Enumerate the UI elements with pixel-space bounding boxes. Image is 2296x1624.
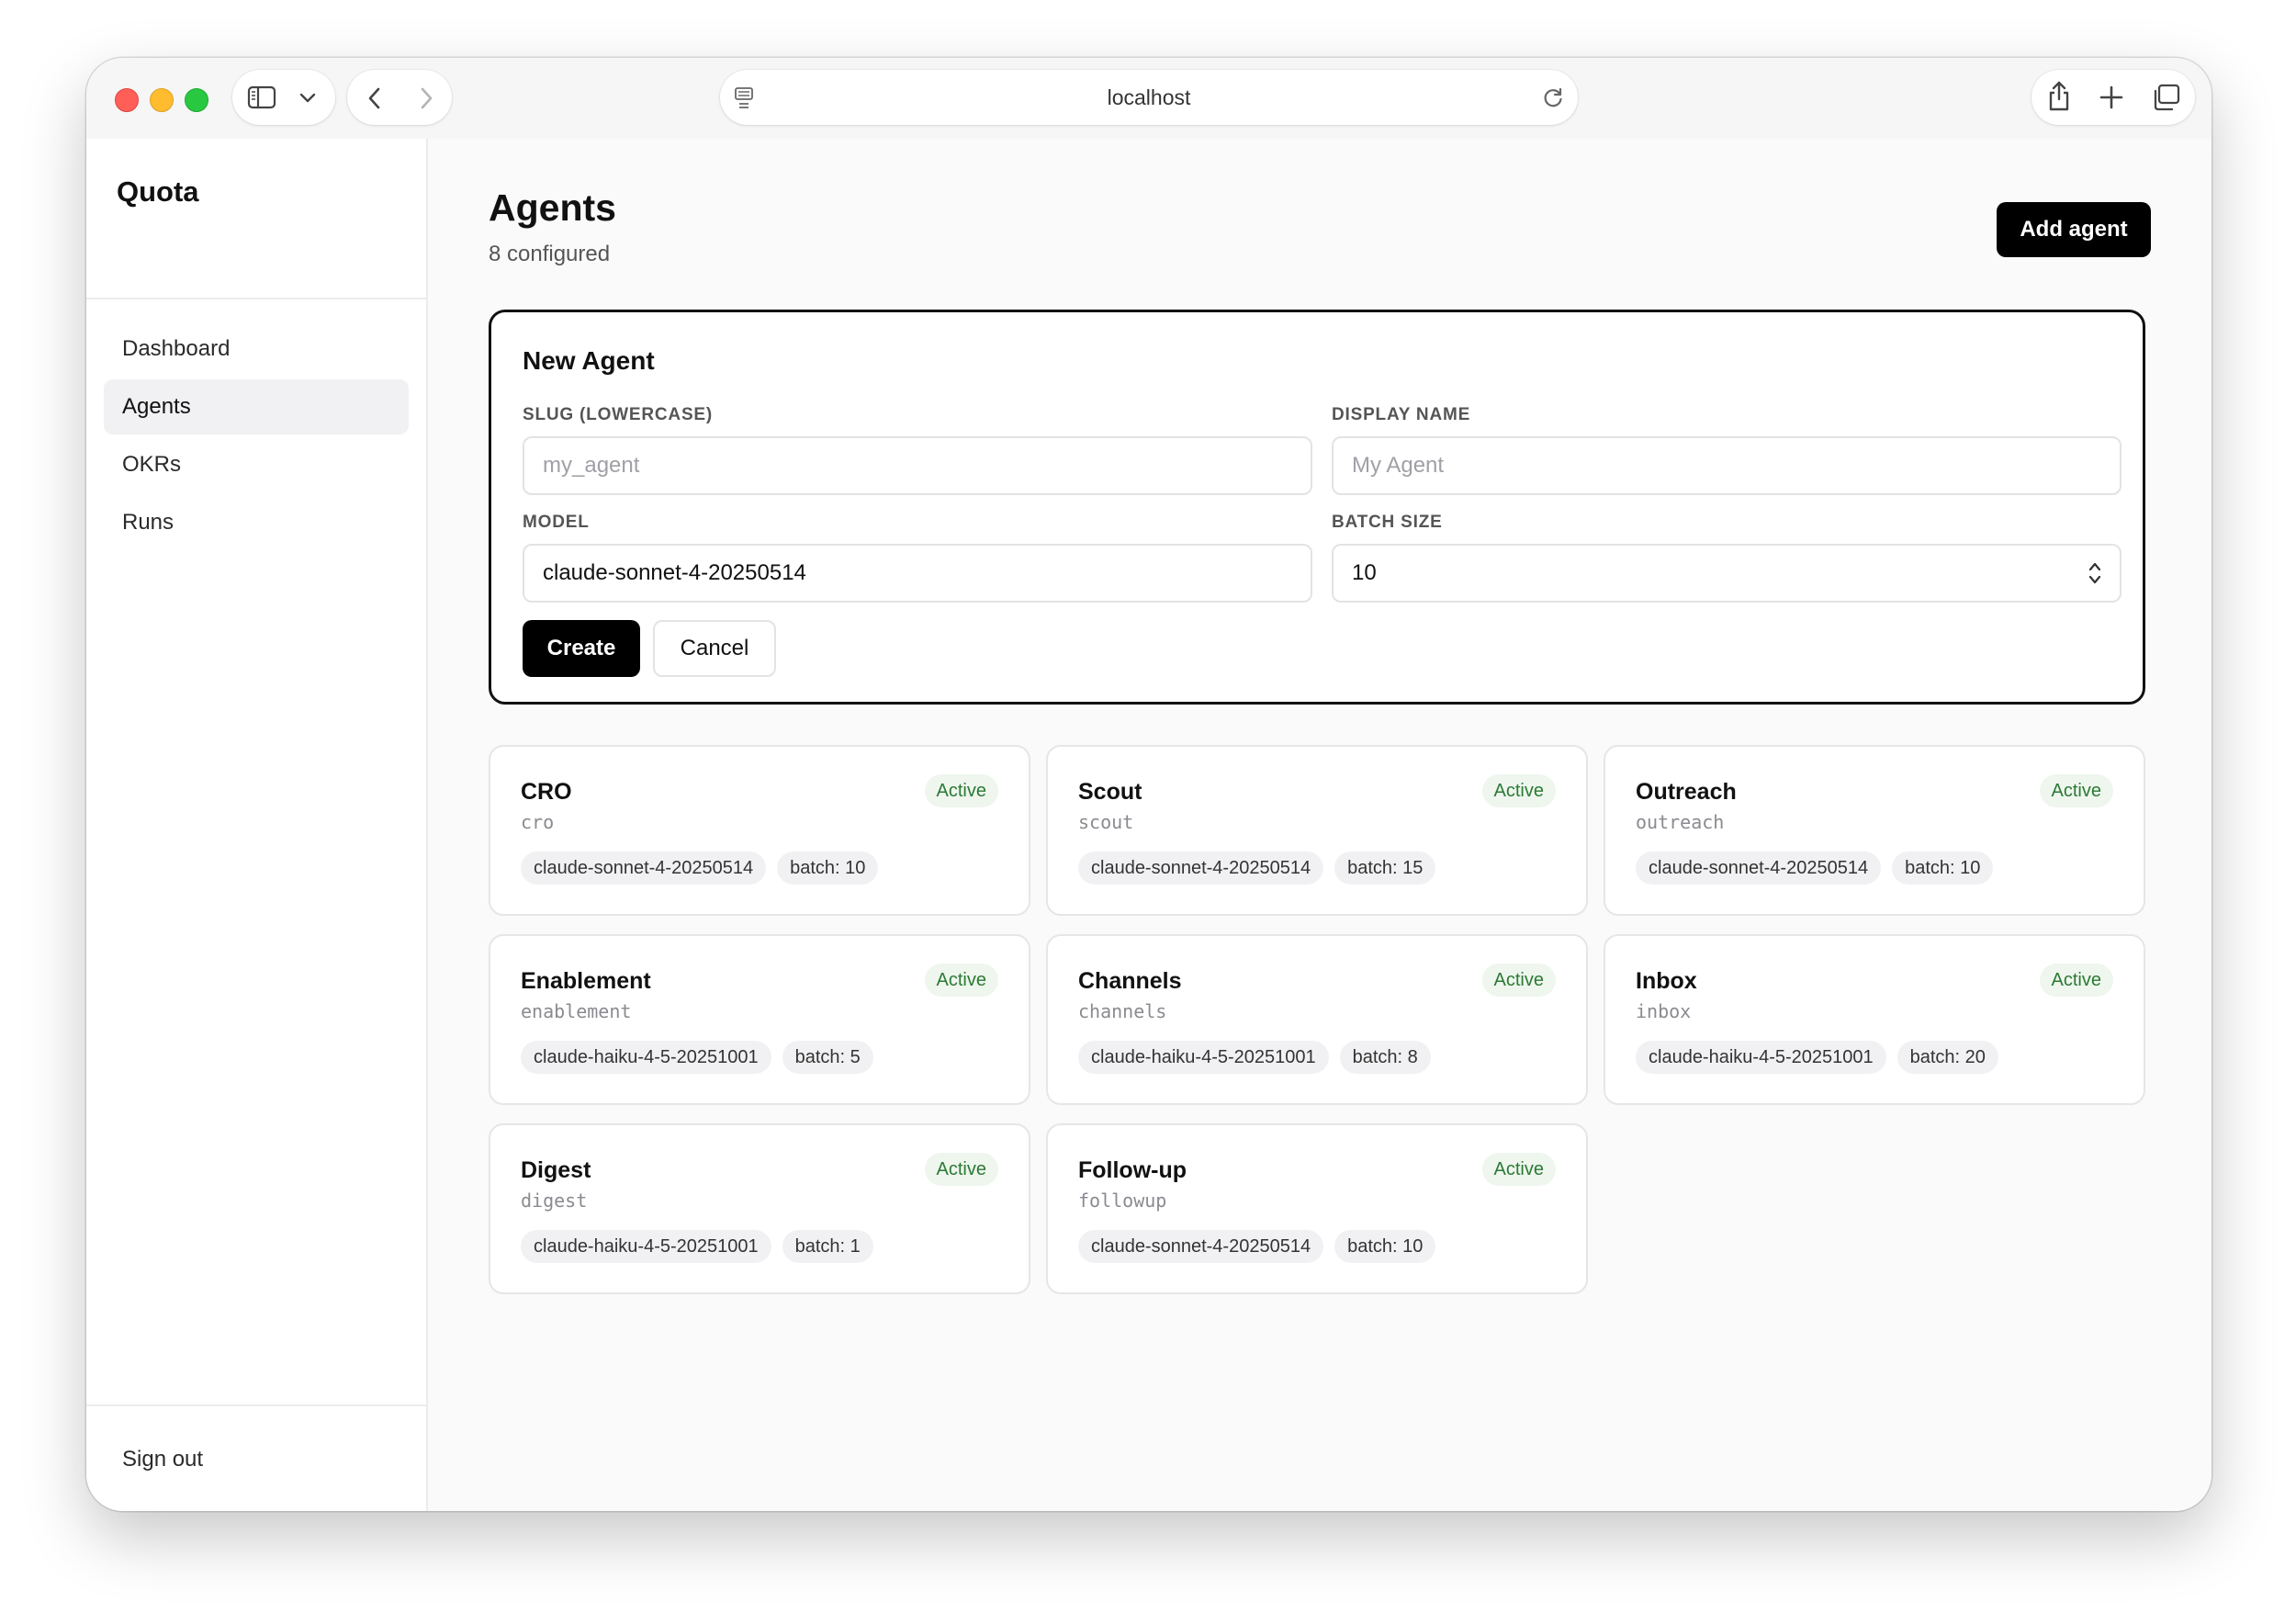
share-icon[interactable] <box>2046 81 2072 112</box>
model-tag: claude-sonnet-4-20250514 <box>1078 1230 1324 1263</box>
create-button[interactable]: Create <box>523 620 640 677</box>
main-content: Agents 8 configured Add agent New Agent … <box>428 139 2212 1511</box>
browser-window: localhost Quota Dashboard Agents OKRs Ru… <box>86 58 2212 1511</box>
sidebar-toggle-group <box>232 70 335 125</box>
agent-slug: channels <box>1078 1000 1167 1022</box>
batch-size-input[interactable] <box>1332 544 2122 603</box>
browser-toolbar: localhost <box>86 58 2212 139</box>
sidebar-footer-divider <box>86 1404 426 1406</box>
agent-name: Digest <box>521 1157 591 1183</box>
display-name-field: DISPLAY NAME <box>1332 405 2122 495</box>
sidebar-divider <box>86 298 426 299</box>
batch-tag: batch: 15 <box>1334 851 1436 885</box>
agent-name: Outreach <box>1636 779 1737 805</box>
agent-name: Scout <box>1078 779 1142 805</box>
model-label: MODEL <box>523 513 590 532</box>
agent-name: CRO <box>521 779 572 805</box>
form-title: New Agent <box>523 346 655 375</box>
agent-card-cro[interactable]: CRO cro Active claude-sonnet-4-20250514 … <box>489 745 1030 916</box>
slug-label: SLUG (LOWERCASE) <box>523 405 714 424</box>
sidebar-item-okrs[interactable]: OKRs <box>104 437 409 492</box>
agent-card-enablement[interactable]: Enablement enablement Active claude-haik… <box>489 934 1030 1105</box>
close-window-button[interactable] <box>115 88 139 112</box>
agent-card-followup[interactable]: Follow-up followup Active claude-sonnet-… <box>1046 1123 1588 1294</box>
batch-tag: batch: 1 <box>782 1230 873 1263</box>
batch-tag: batch: 10 <box>1892 851 1994 885</box>
window-actions-group <box>2032 70 2195 125</box>
agent-card-inbox[interactable]: Inbox inbox Active claude-haiku-4-5-2025… <box>1604 934 2145 1105</box>
slug-input[interactable] <box>523 436 1312 495</box>
agent-slug: enablement <box>521 1000 632 1022</box>
back-icon[interactable] <box>366 86 384 110</box>
minimize-window-button[interactable] <box>150 88 174 112</box>
agent-name: Inbox <box>1636 968 1697 994</box>
sidebar-item-dashboard[interactable]: Dashboard <box>104 321 409 377</box>
status-badge: Active <box>924 1153 998 1186</box>
agent-card-scout[interactable]: Scout scout Active claude-sonnet-4-20250… <box>1046 745 1588 916</box>
batch-size-label: BATCH SIZE <box>1332 513 1443 532</box>
agent-card-outreach[interactable]: Outreach outreach Active claude-sonnet-4… <box>1604 745 2145 916</box>
status-badge: Active <box>1481 1153 1556 1186</box>
sidebar-nav: Dashboard Agents OKRs Runs <box>104 321 409 553</box>
forward-icon[interactable] <box>417 86 435 110</box>
display-name-input[interactable] <box>1332 436 2122 495</box>
batch-tag: batch: 10 <box>777 851 879 885</box>
stepper-arrows-icon[interactable] <box>2087 559 2103 587</box>
status-badge: Active <box>1481 774 1556 807</box>
agent-name: Enablement <box>521 968 651 994</box>
agent-slug: digest <box>521 1190 588 1212</box>
model-tag: claude-sonnet-4-20250514 <box>521 851 767 885</box>
batch-tag: batch: 5 <box>782 1041 873 1074</box>
tabs-overview-icon[interactable] <box>2152 84 2181 111</box>
url-text: localhost <box>1107 85 1191 109</box>
reload-icon[interactable] <box>1541 85 1565 109</box>
new-tab-icon[interactable] <box>2099 85 2123 109</box>
status-badge: Active <box>2039 964 2113 997</box>
display-name-label: DISPLAY NAME <box>1332 405 1471 424</box>
status-badge: Active <box>1481 964 1556 997</box>
address-bar[interactable]: localhost <box>720 70 1578 125</box>
slug-field: SLUG (LOWERCASE) <box>523 405 1312 495</box>
sidebar-item-agents[interactable]: Agents <box>104 379 409 434</box>
status-badge: Active <box>2039 774 2113 807</box>
model-tag: claude-sonnet-4-20250514 <box>1078 851 1324 885</box>
sidebar-item-runs[interactable]: Runs <box>104 495 409 550</box>
model-tag: claude-sonnet-4-20250514 <box>1636 851 1882 885</box>
agent-card-channels[interactable]: Channels channels Active claude-haiku-4-… <box>1046 934 1588 1105</box>
agent-card-digest[interactable]: Digest digest Active claude-haiku-4-5-20… <box>489 1123 1030 1294</box>
agent-slug: inbox <box>1636 1000 1692 1022</box>
sidebar: Quota Dashboard Agents OKRs Runs Sign ou… <box>86 139 428 1511</box>
status-badge: Active <box>924 774 998 807</box>
page-title: Agents <box>489 186 616 229</box>
chevron-down-icon[interactable] <box>298 92 317 105</box>
model-tag: claude-haiku-4-5-20251001 <box>521 1230 771 1263</box>
sidebar-toggle-icon[interactable] <box>247 85 276 109</box>
model-tag: claude-haiku-4-5-20251001 <box>1078 1041 1329 1074</box>
agent-slug: outreach <box>1636 811 1725 833</box>
history-nav-group <box>347 70 452 125</box>
agent-name: Follow-up <box>1078 1157 1187 1183</box>
batch-size-field: BATCH SIZE <box>1332 513 2122 603</box>
agent-slug: cro <box>521 811 555 833</box>
status-badge: Active <box>924 964 998 997</box>
sign-out-link[interactable]: Sign out <box>122 1447 203 1472</box>
batch-tag: batch: 10 <box>1334 1230 1436 1263</box>
agent-name: Channels <box>1078 968 1182 994</box>
batch-tag: batch: 20 <box>1896 1041 1998 1074</box>
new-agent-form: New Agent SLUG (LOWERCASE) DISPLAY NAME … <box>489 310 2145 705</box>
brand-logo[interactable]: Quota <box>117 175 199 209</box>
model-tag: claude-haiku-4-5-20251001 <box>521 1041 771 1074</box>
zoom-window-button[interactable] <box>185 88 208 112</box>
batch-tag: batch: 8 <box>1339 1041 1431 1074</box>
model-field: MODEL <box>523 513 1312 603</box>
model-input[interactable] <box>523 544 1312 603</box>
agent-count: 8 configured <box>489 242 611 266</box>
agent-slug: followup <box>1078 1190 1167 1212</box>
agent-slug: scout <box>1078 811 1134 833</box>
model-tag: claude-haiku-4-5-20251001 <box>1636 1041 1886 1074</box>
cancel-button[interactable]: Cancel <box>653 620 776 677</box>
add-agent-button[interactable]: Add agent <box>1997 202 2151 257</box>
